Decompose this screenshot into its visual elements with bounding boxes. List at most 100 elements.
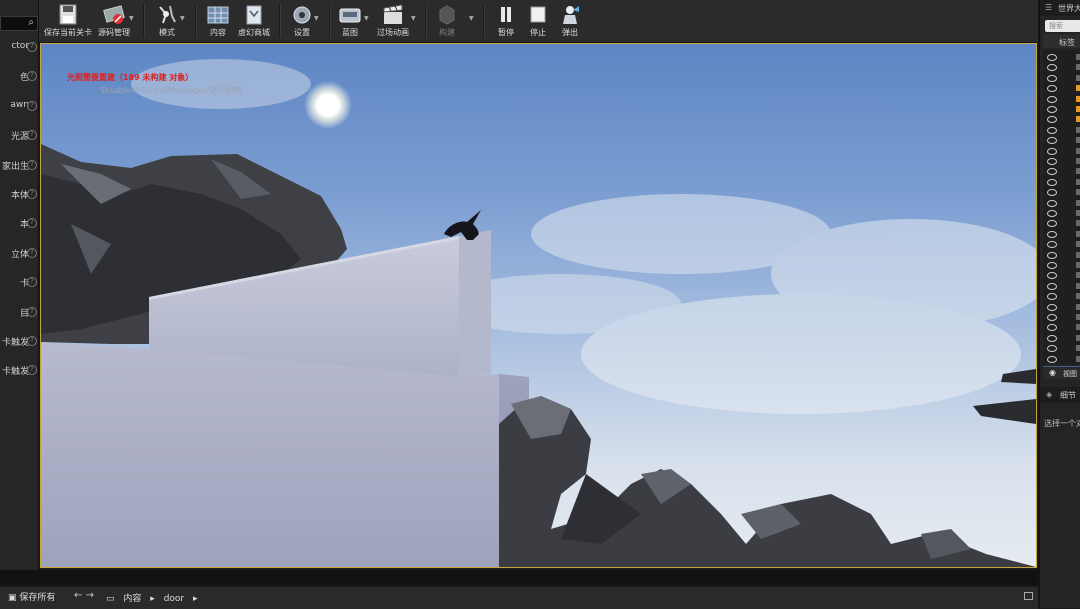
visibility-eye-icon[interactable]	[1047, 272, 1057, 280]
outliner-row[interactable]	[1043, 302, 1080, 313]
placement-category-item[interactable]: 光源?	[0, 126, 38, 146]
source-control-dropdown-icon[interactable]: ▼	[129, 15, 134, 22]
placement-category-item[interactable]: 卡触发?	[0, 332, 38, 352]
visibility-eye-icon[interactable]	[1047, 210, 1057, 217]
build-button[interactable]: 构建	[431, 2, 463, 40]
lock-icon[interactable]	[1024, 592, 1033, 600]
outliner-row[interactable]	[1043, 208, 1080, 219]
outliner-row[interactable]	[1043, 250, 1080, 261]
back-arrow-icon[interactable]: ←	[74, 590, 82, 601]
outliner-view-options[interactable]: ◉ 视图	[1043, 366, 1080, 379]
visibility-eye-icon[interactable]	[1047, 158, 1057, 165]
outliner-row[interactable]	[1043, 146, 1080, 157]
outliner-row[interactable]	[1043, 229, 1080, 240]
outliner-row[interactable]	[1043, 343, 1080, 354]
breadcrumb-separator-icon[interactable]: ▸	[150, 594, 155, 604]
world-outliner-tab[interactable]: ☰ 世界大	[1040, 0, 1080, 16]
build-dropdown-icon[interactable]: ▼	[469, 15, 474, 22]
placement-category-item[interactable]: 色?	[0, 67, 38, 87]
placement-category-item[interactable]: awn?	[0, 97, 38, 117]
placement-category-item[interactable]: 卡?	[0, 273, 38, 293]
help-icon[interactable]: ?	[27, 336, 37, 346]
help-icon[interactable]: ?	[27, 277, 37, 288]
placement-category-item[interactable]: 家出生?	[0, 156, 38, 176]
visibility-eye-icon[interactable]	[1047, 262, 1057, 269]
outliner-row[interactable]	[1043, 312, 1080, 323]
outliner-row[interactable]	[1043, 354, 1080, 365]
marketplace-button[interactable]: 虚幻商城	[235, 2, 273, 40]
help-icon[interactable]: ?	[27, 130, 37, 141]
content-button[interactable]: 内容	[202, 2, 234, 40]
outliner-row[interactable]	[1043, 62, 1080, 73]
outliner-row[interactable]	[1043, 322, 1080, 333]
breadcrumb-content[interactable]: 内容	[123, 594, 141, 604]
visibility-eye-icon[interactable]	[1047, 64, 1057, 72]
visibility-eye-icon[interactable]	[1047, 95, 1057, 103]
save-current-level-button[interactable]: 保存当前关卡	[43, 2, 93, 40]
outliner-column-header[interactable]: 标签	[1043, 34, 1080, 48]
details-tab[interactable]: ◈ 细节	[1040, 387, 1080, 403]
visibility-eye-icon[interactable]	[1047, 178, 1057, 186]
visibility-eye-icon[interactable]	[1047, 126, 1057, 134]
outliner-row[interactable]	[1043, 177, 1080, 188]
modes-dropdown-icon[interactable]: ▼	[180, 15, 185, 22]
help-icon[interactable]: ?	[27, 365, 37, 376]
outliner-row[interactable]	[1043, 73, 1080, 84]
visibility-eye-icon[interactable]	[1047, 334, 1057, 342]
visibility-eye-icon[interactable]	[1047, 54, 1057, 61]
outliner-row[interactable]	[1043, 114, 1080, 125]
settings-button[interactable]: 设置	[287, 2, 317, 40]
visibility-eye-icon[interactable]	[1047, 168, 1057, 176]
visibility-eye-icon[interactable]	[1047, 106, 1057, 113]
blueprint-dropdown-icon[interactable]: ▼	[364, 15, 369, 22]
visibility-eye-icon[interactable]	[1047, 147, 1057, 155]
help-icon[interactable]: ?	[27, 159, 37, 170]
visibility-eye-icon[interactable]	[1047, 314, 1057, 321]
outliner-row[interactable]	[1043, 187, 1080, 198]
visibility-eye-icon[interactable]	[1047, 251, 1057, 259]
outliner-row[interactable]	[1043, 166, 1080, 177]
outliner-row[interactable]	[1043, 135, 1080, 146]
outliner-row[interactable]	[1043, 198, 1080, 209]
breadcrumb-separator-icon[interactable]: ▸	[193, 594, 198, 604]
help-icon[interactable]: ?	[27, 42, 37, 52]
breadcrumb-door[interactable]: door	[164, 594, 184, 604]
outliner-row[interactable]	[1043, 260, 1080, 271]
placement-category-item[interactable]: 本体?	[0, 185, 38, 205]
cinematics-button[interactable]: 过场动画	[373, 2, 413, 40]
visibility-eye-icon[interactable]	[1047, 116, 1057, 124]
modes-search-input[interactable]: ⌕	[0, 16, 38, 31]
outliner-row[interactable]	[1043, 281, 1080, 292]
visibility-eye-icon[interactable]	[1047, 241, 1057, 249]
search-icon[interactable]: ⌕	[28, 17, 34, 28]
placement-category-item[interactable]: 目?	[0, 303, 38, 323]
visibility-eye-icon[interactable]	[1047, 230, 1057, 238]
visibility-eye-icon[interactable]	[1047, 137, 1057, 145]
help-icon[interactable]: ?	[27, 189, 37, 199]
help-icon[interactable]: ?	[27, 218, 37, 229]
outliner-row[interactable]	[1043, 239, 1080, 250]
placement-category-item[interactable]: 本?	[0, 214, 38, 234]
forward-arrow-icon[interactable]: →	[86, 590, 94, 601]
outliner-row[interactable]	[1043, 270, 1080, 281]
outliner-row[interactable]	[1043, 52, 1080, 63]
help-icon[interactable]: ?	[27, 247, 37, 258]
visibility-eye-icon[interactable]	[1047, 355, 1057, 363]
save-all-button[interactable]: ▣ 保存所有	[8, 590, 55, 603]
outliner-row[interactable]	[1043, 156, 1080, 167]
placement-category-item[interactable]: ctor?	[0, 38, 38, 58]
eject-button[interactable]: 弹出	[555, 2, 585, 40]
blueprint-button[interactable]: 蓝图	[335, 2, 365, 40]
visibility-eye-icon[interactable]	[1047, 199, 1057, 207]
visibility-eye-icon[interactable]	[1047, 85, 1057, 93]
visibility-eye-icon[interactable]	[1047, 74, 1057, 82]
settings-dropdown-icon[interactable]: ▼	[314, 15, 319, 22]
visibility-eye-icon[interactable]	[1047, 293, 1057, 301]
outliner-row[interactable]	[1043, 218, 1080, 229]
pause-button[interactable]: 暂停	[491, 2, 521, 40]
help-icon[interactable]: ?	[27, 71, 37, 82]
modes-button[interactable]: 模式	[151, 2, 183, 40]
source-control-button[interactable]: 源码管理	[95, 2, 133, 40]
visibility-eye-icon[interactable]	[1047, 220, 1057, 228]
placement-category-item[interactable]: 卡触发?	[0, 361, 38, 381]
